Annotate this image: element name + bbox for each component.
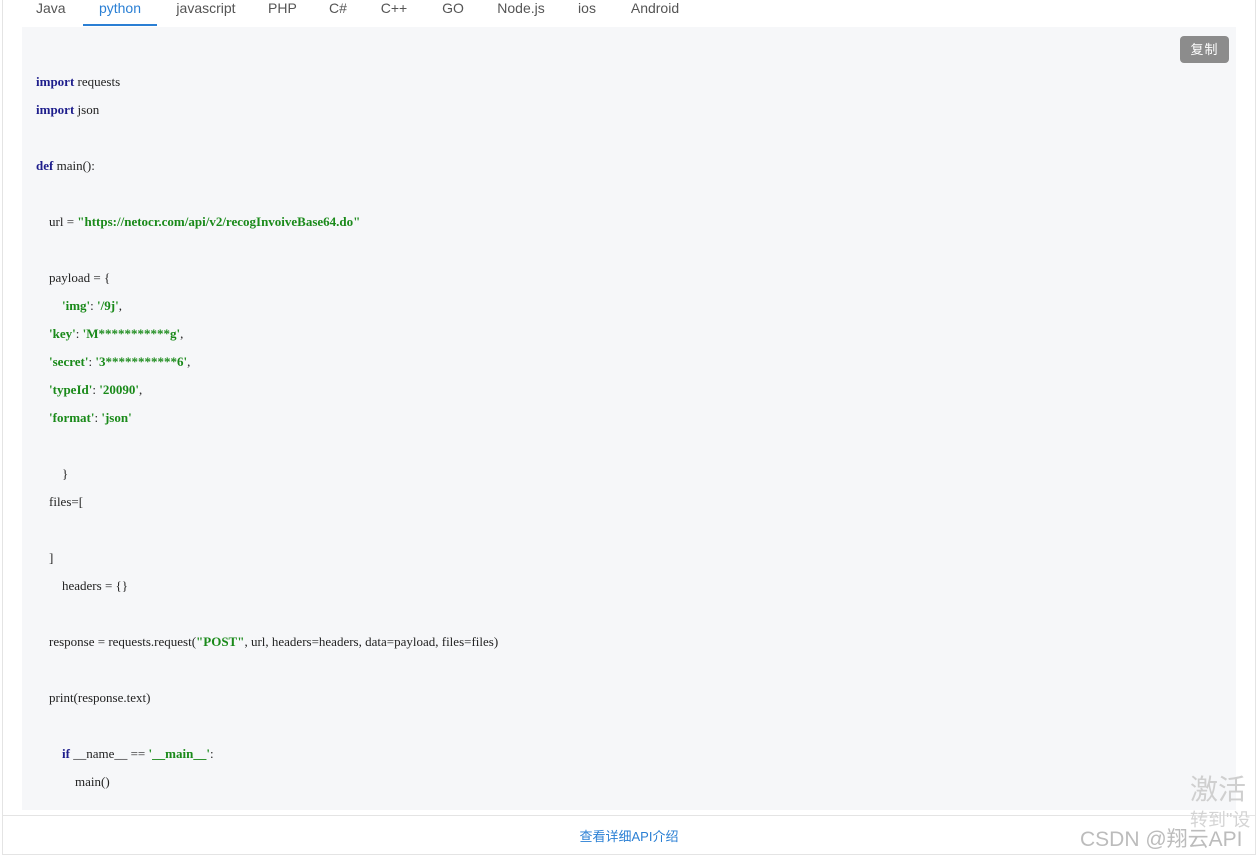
tab-php[interactable]: PHP bbox=[268, 0, 297, 26]
code-keyword: import bbox=[36, 74, 75, 89]
code-line: def main(): bbox=[36, 157, 95, 175]
tab-android[interactable]: Android bbox=[629, 0, 681, 26]
code-token: : bbox=[209, 746, 214, 761]
footer-divider bbox=[3, 815, 1255, 816]
code-token: main(): bbox=[53, 158, 95, 173]
code-line: 'secret': '3***********6', bbox=[36, 353, 190, 371]
code-line: import json bbox=[36, 101, 99, 119]
tab-python[interactable]: python bbox=[83, 0, 157, 26]
code-line: print(response.text) bbox=[36, 689, 150, 707]
code-line: 'key': 'M***********g', bbox=[36, 325, 183, 343]
code-token: , bbox=[118, 298, 122, 313]
tab-cpp[interactable]: C++ bbox=[379, 0, 409, 26]
code-token: ] bbox=[49, 550, 54, 565]
code-string: 'format' bbox=[49, 410, 95, 425]
code-token: main() bbox=[75, 774, 110, 789]
csdn-watermark: CSDN @翔云API bbox=[1080, 828, 1243, 851]
tab-nodejs[interactable]: Node.js bbox=[496, 0, 546, 26]
code-string: '3***********6' bbox=[95, 354, 188, 369]
tab-ios[interactable]: ios bbox=[577, 0, 597, 26]
code-string: "https://netocr.com/api/v2/recogInvoiveB… bbox=[77, 214, 361, 229]
tab-go[interactable]: GO bbox=[441, 0, 465, 26]
code-token: print(response.text) bbox=[49, 690, 151, 705]
code-token: json bbox=[74, 102, 100, 117]
code-string: "POST" bbox=[196, 634, 245, 649]
code-token: , bbox=[138, 382, 143, 397]
code-line: if __name__ == '__main__': bbox=[36, 745, 214, 763]
copy-button[interactable]: 复制 bbox=[1180, 36, 1229, 63]
code-string: 'json' bbox=[101, 410, 132, 425]
code-string: 'typeId' bbox=[49, 382, 93, 397]
view-api-details-link[interactable]: 查看详细API介绍 bbox=[0, 826, 1258, 845]
code-string: '20090' bbox=[99, 382, 139, 397]
code-token: : bbox=[75, 326, 83, 341]
code-string: 'M***********g' bbox=[82, 326, 181, 341]
code-token: files=[ bbox=[49, 494, 84, 509]
code-string: 'img' bbox=[62, 298, 91, 313]
tab-javascript[interactable]: javascript bbox=[175, 0, 237, 26]
language-tabs: Java python javascript PHP C# C++ GO Nod… bbox=[22, 0, 1222, 26]
code-token: } bbox=[62, 466, 69, 481]
code-line: files=[ bbox=[36, 493, 83, 511]
code-line: import requests bbox=[36, 73, 120, 91]
code-token: url = bbox=[49, 214, 78, 229]
code-string: 'key' bbox=[49, 326, 76, 341]
code-string: 'secret' bbox=[49, 354, 89, 369]
code-token: __name__ == bbox=[69, 746, 149, 761]
windows-activation-watermark: 激活 bbox=[1190, 774, 1247, 805]
code-line: 'img': '/9j', bbox=[36, 297, 122, 315]
code-line: payload = { bbox=[36, 269, 110, 287]
code-keyword: import bbox=[36, 102, 75, 117]
code-token: , url, headers=headers, data=payload, fi… bbox=[244, 634, 499, 649]
code-token: , bbox=[180, 326, 184, 341]
code-token: headers = {} bbox=[62, 578, 129, 593]
code-line: response = requests.request("POST", url,… bbox=[36, 633, 498, 651]
code-line: } bbox=[36, 465, 68, 483]
code-string: '/9j' bbox=[97, 298, 119, 313]
code-block: 复制 import requests import json def main():… bbox=[22, 27, 1236, 810]
code-keyword: if bbox=[62, 746, 70, 761]
code-line: main() bbox=[36, 773, 110, 791]
code-line: ] bbox=[36, 549, 53, 567]
code-line: url = "https://netocr.com/api/v2/recogIn… bbox=[36, 213, 360, 231]
code-token: , bbox=[187, 354, 191, 369]
code-keyword: def bbox=[36, 158, 54, 173]
code-token: response = requests.request( bbox=[49, 634, 197, 649]
code-string: '__main__' bbox=[148, 746, 210, 761]
code-token: requests bbox=[74, 74, 121, 89]
code-token: payload = { bbox=[49, 270, 111, 285]
tab-csharp[interactable]: C# bbox=[328, 0, 348, 26]
code-line: 'format': 'json' bbox=[36, 409, 132, 427]
code-line: headers = {} bbox=[36, 577, 128, 595]
tab-java[interactable]: Java bbox=[36, 0, 66, 26]
code-line: 'typeId': '20090', bbox=[36, 381, 142, 399]
